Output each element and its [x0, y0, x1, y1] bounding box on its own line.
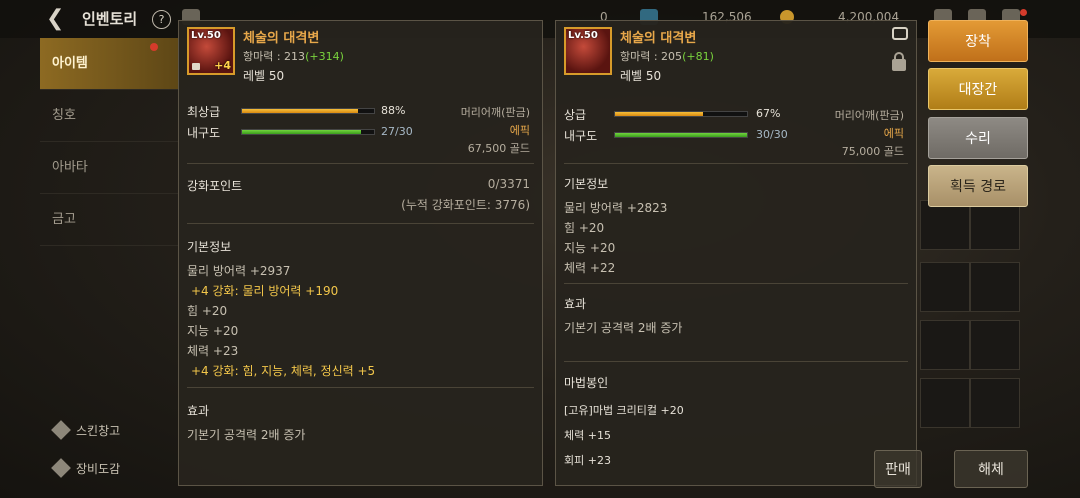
forge-button[interactable]: 대장간 [928, 68, 1028, 110]
durability-label: 내구도 [187, 126, 221, 140]
grade-label: 상급 [564, 108, 587, 122]
grade-bar [241, 108, 375, 114]
inventory-slot[interactable] [970, 378, 1020, 428]
share-icon[interactable] [892, 27, 908, 40]
reinforce-title: 강화포인트 [187, 179, 243, 193]
notification-dot [1020, 9, 1027, 16]
sell-button[interactable]: 판매 [874, 450, 922, 488]
magic-seal-title: 마법봉인 [564, 376, 609, 390]
item-level-badge: Lv.50 [568, 30, 598, 41]
stat-line: 물리 방어력 +2937 [187, 264, 291, 278]
durability-value: 30/30 [756, 128, 788, 141]
stat-line: 물리 방어력 +2823 [564, 201, 668, 215]
inventory-slot[interactable] [970, 262, 1020, 312]
divider [187, 223, 534, 224]
item-level: 레벨 50 [243, 69, 285, 83]
equipment-codex-icon [51, 458, 71, 478]
grade-label: 최상급 [187, 105, 221, 119]
resist-label: 항마력 : 205 [620, 50, 683, 63]
effect-text: 기본기 공격력 2배 증가 [187, 428, 306, 442]
acquire-route-button[interactable]: 획득 경로 [928, 165, 1028, 207]
resist-plus: (+81) [682, 50, 714, 63]
equip-button[interactable]: 장착 [928, 20, 1028, 62]
item-rarity: 에픽 [509, 124, 530, 137]
sidebar-item-vault[interactable]: 금고 [40, 194, 178, 246]
resist-label: 항마력 : 213 [243, 50, 306, 63]
item-tooltip-right: Lv.50 체술의 대격변 항마력 : 205(+81) 레벨 50 상급 67… [555, 20, 917, 486]
divider [187, 387, 534, 388]
inventory-slot[interactable] [920, 262, 970, 312]
equipment-codex-button[interactable]: 장비도감 [51, 458, 121, 478]
item-level: 레벨 50 [620, 69, 662, 83]
divider [187, 163, 534, 164]
stat-line: 지능 +20 [187, 324, 239, 338]
stat-line: 체력 +22 [564, 261, 616, 275]
item-slot-type: 머리어깨(판금) [460, 106, 530, 119]
effect-title: 효과 [187, 404, 210, 418]
resist-plus: (+314) [305, 50, 344, 63]
grade-percent: 67% [756, 107, 781, 120]
sidebar-item-avatar[interactable]: 아바타 [40, 142, 178, 194]
help-icon[interactable]: ? [152, 10, 171, 29]
stat-line: 지능 +20 [564, 241, 616, 255]
inventory-slot[interactable] [920, 378, 970, 428]
reinforce-value: 0/3371 [487, 177, 530, 191]
divider [564, 283, 908, 284]
durability-value: 27/30 [381, 125, 413, 138]
skin-storage-button[interactable]: 스킨창고 [51, 420, 121, 440]
grade-bar [614, 111, 748, 117]
item-rarity: 에픽 [883, 127, 904, 140]
item-price: 75,000 골드 [841, 145, 904, 158]
sell-label: 판매 [885, 462, 911, 478]
divider [564, 163, 908, 164]
disassemble-label: 해체 [978, 462, 1004, 478]
sidebar-item-titles[interactable]: 칭호 [40, 90, 178, 142]
durability-bar-fill [242, 130, 361, 134]
stat-line-enhance: +4 강화: 힘, 지능, 체력, 정신력 +5 [191, 364, 376, 378]
item-slot-type: 머리어깨(판금) [834, 109, 904, 122]
basic-info-title: 기본정보 [564, 177, 609, 191]
seal-line: [고유]마법 크리티컬 +20 [564, 404, 684, 417]
page-title: 인벤토리 [82, 10, 138, 28]
seal-line: 체력 +15 [564, 429, 611, 442]
basic-info-title: 기본정보 [187, 240, 232, 254]
back-arrow-icon[interactable]: ❮ [46, 6, 64, 31]
reinforce-total: (누적 강화포인트: 3776) [401, 198, 530, 212]
durability-bar-fill [615, 133, 747, 137]
inventory-slot[interactable] [970, 320, 1020, 370]
item-resist: 항마력 : 205(+81) [620, 48, 714, 64]
durability-bar [241, 129, 375, 135]
skin-storage-label: 스킨창고 [76, 424, 121, 438]
seal-line: 회피 +23 [564, 454, 611, 467]
durability-bar [614, 132, 748, 138]
disassemble-button[interactable]: 해체 [954, 450, 1028, 488]
lock-icon[interactable] [892, 52, 906, 71]
item-level-badge: Lv.50 [191, 30, 221, 41]
inventory-slot[interactable] [920, 320, 970, 370]
grade-bar-fill [242, 109, 359, 113]
skin-storage-icon [51, 420, 71, 440]
lock-small-icon [192, 63, 200, 70]
divider [564, 361, 908, 362]
stat-line: 체력 +23 [187, 344, 239, 358]
stat-line: 힘 +20 [564, 221, 605, 235]
grade-bar-fill [615, 112, 704, 116]
grade-percent: 88% [381, 104, 406, 117]
repair-button[interactable]: 수리 [928, 117, 1028, 159]
effect-text: 기본기 공격력 2배 증가 [564, 321, 683, 335]
item-tooltip-left: Lv.50 +4 체술의 대격변 항마력 : 213(+314) 레벨 50 최… [178, 20, 543, 486]
durability-label: 내구도 [564, 129, 598, 143]
item-price: 67,500 골드 [467, 142, 530, 155]
equipment-codex-label: 장비도감 [76, 462, 121, 476]
item-name: 체술의 대격변 [243, 31, 320, 46]
effect-title: 효과 [564, 297, 587, 311]
item-thumbnail: Lv.50 +4 [187, 27, 235, 75]
stat-line-enhance: +4 강화: 물리 방어력 +190 [191, 284, 339, 298]
item-resist: 항마력 : 213(+314) [243, 48, 344, 64]
sidebar-notification-dot [150, 43, 158, 51]
enhance-badge: +4 [214, 59, 231, 72]
stat-line: 힘 +20 [187, 304, 228, 318]
item-thumbnail: Lv.50 [564, 27, 612, 75]
item-name: 체술의 대격변 [620, 31, 697, 46]
